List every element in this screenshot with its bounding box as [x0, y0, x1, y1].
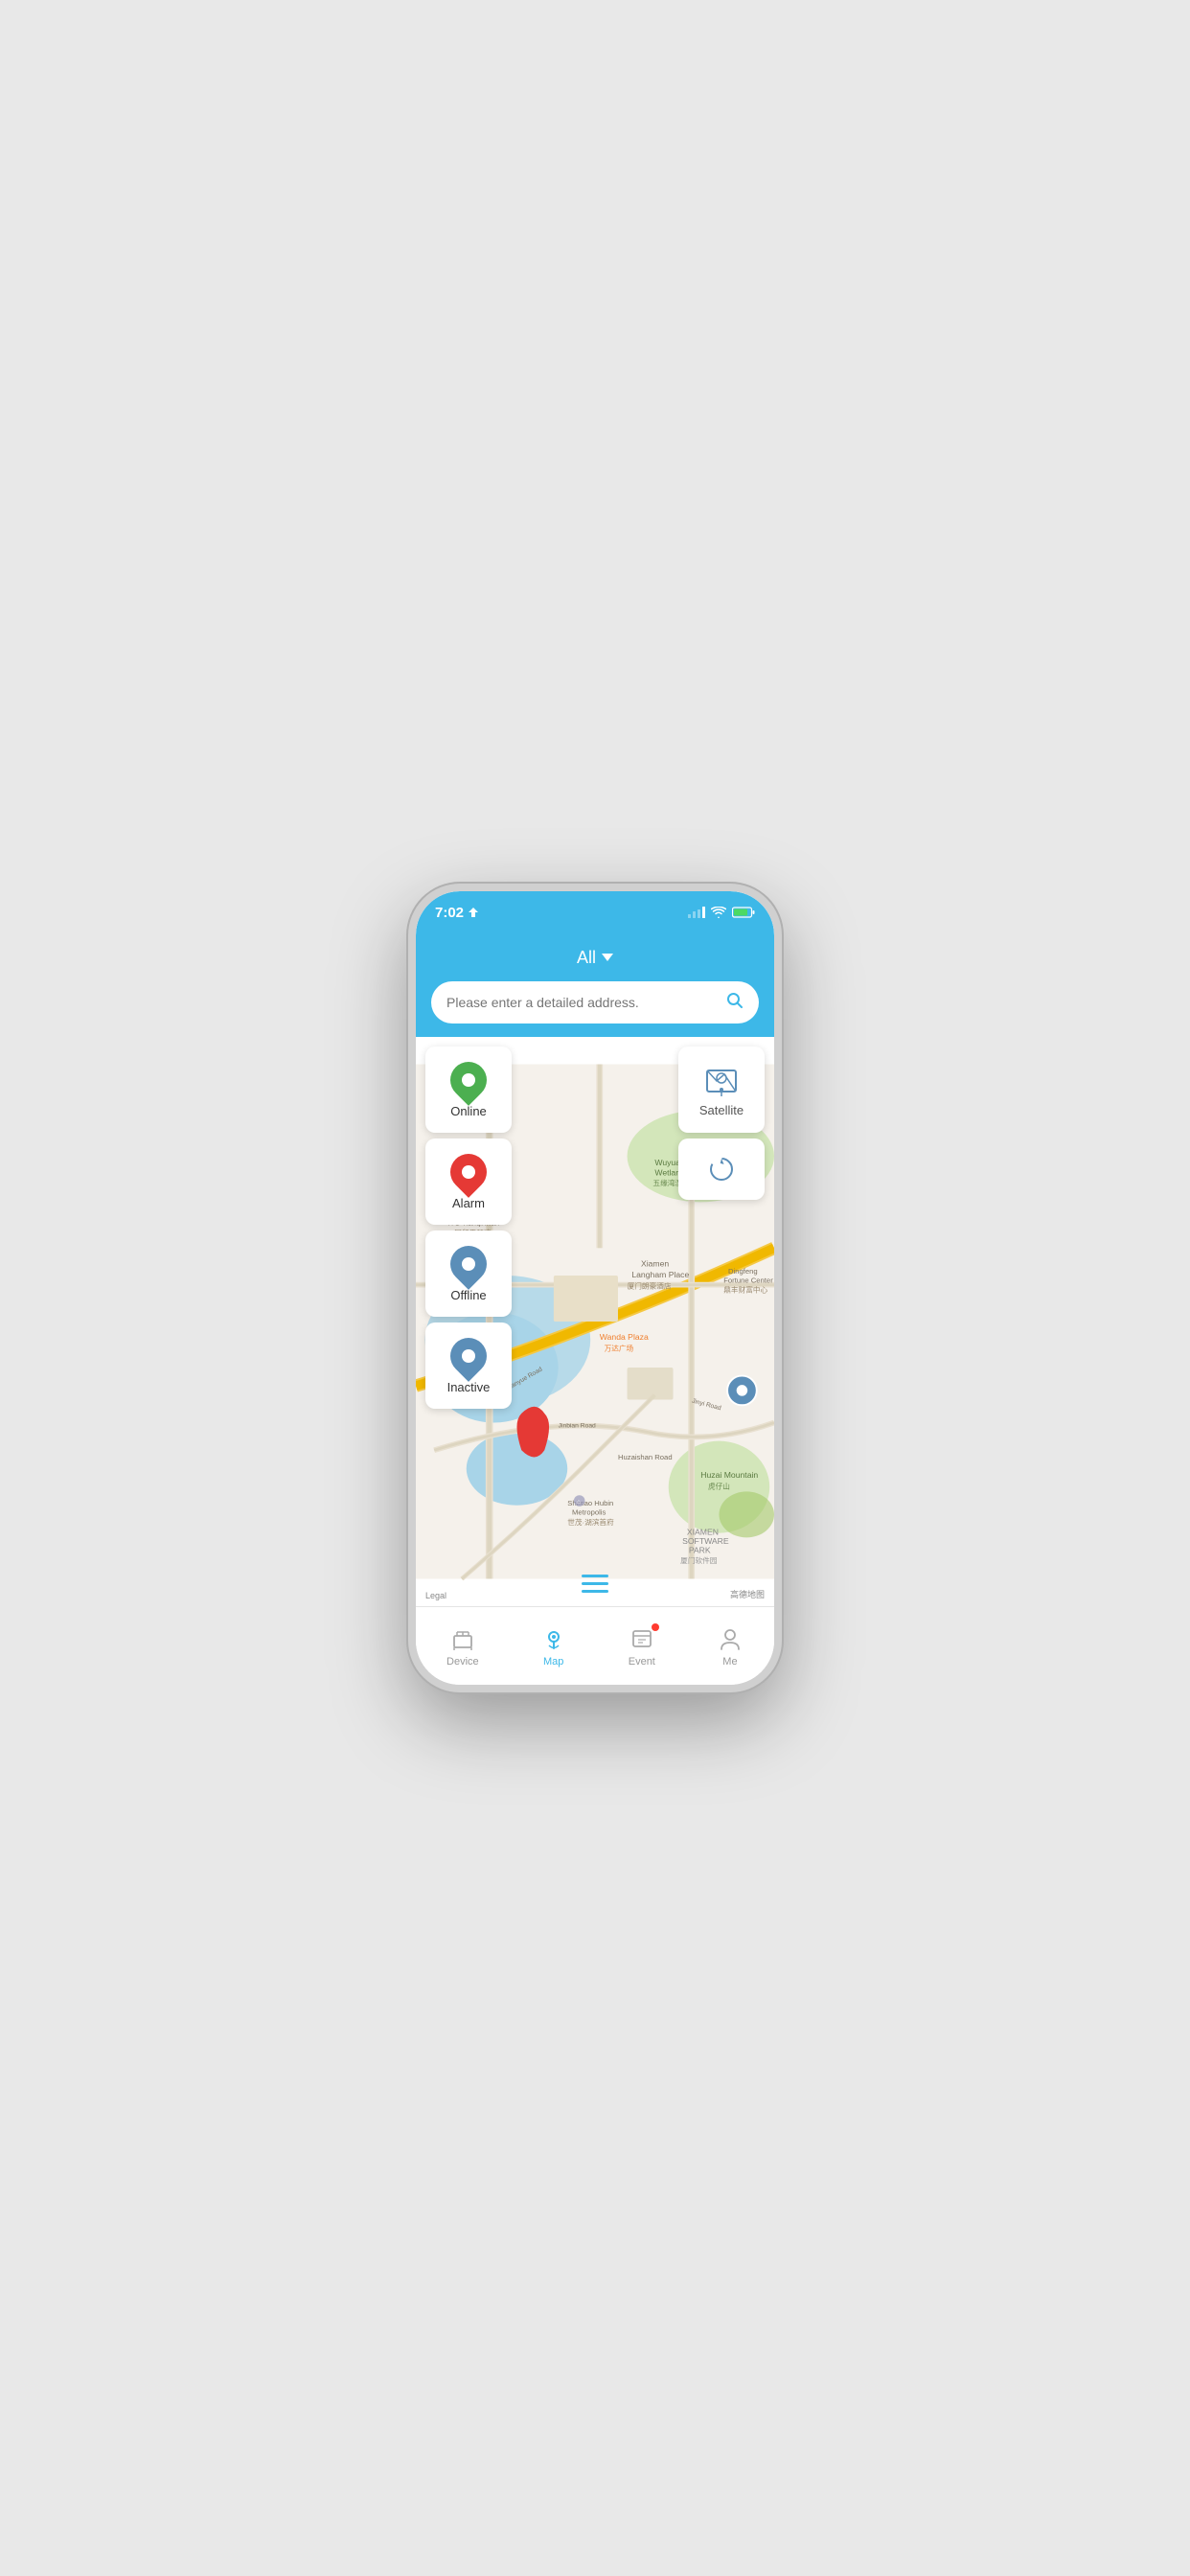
nav-device-label: Device [446, 1656, 479, 1668]
nav-item-device[interactable]: Device [431, 1618, 494, 1675]
map-nav-icon [540, 1625, 567, 1652]
search-bar-container [416, 981, 774, 1037]
hamburger-line-3 [582, 1590, 608, 1593]
map-container[interactable]: Xiamen Langham Place 厦门朗豪酒店 Dingfeng For… [416, 1037, 774, 1606]
refresh-button[interactable] [678, 1138, 765, 1200]
filter-alarm-button[interactable]: Alarm [425, 1138, 512, 1225]
svg-text:Langham Place: Langham Place [631, 1270, 689, 1279]
svg-text:厦门软件园: 厦门软件园 [680, 1555, 718, 1565]
alarm-pin-icon [443, 1146, 494, 1198]
event-icon [629, 1625, 655, 1652]
satellite-label: Satellite [699, 1103, 744, 1117]
hamburger-line-2 [582, 1582, 608, 1585]
status-bar: 7:02 [416, 891, 774, 933]
satellite-button[interactable]: Satellite [678, 1046, 765, 1133]
app-header: All [416, 933, 774, 981]
svg-text:Fortune Center: Fortune Center [723, 1276, 773, 1285]
event-notification-dot [652, 1623, 659, 1631]
svg-text:虎仔山: 虎仔山 [708, 1482, 730, 1491]
satellite-icon [703, 1063, 740, 1099]
me-icon [717, 1625, 744, 1652]
map-right-controls: Satellite [678, 1046, 765, 1200]
inactive-pin-icon [443, 1330, 494, 1382]
status-icons [688, 907, 755, 918]
svg-text:PARK: PARK [689, 1546, 711, 1555]
map-credit-text: 高德地图 [730, 1588, 765, 1600]
bottom-navigation: Device Map [416, 1606, 774, 1685]
search-input[interactable] [446, 995, 719, 1010]
chevron-down-icon [602, 954, 613, 961]
svg-text:Metropolis: Metropolis [572, 1507, 606, 1516]
svg-text:万达广场: 万达广场 [605, 1344, 634, 1353]
search-bar[interactable] [431, 981, 759, 1024]
nav-item-map[interactable]: Map [525, 1618, 583, 1675]
svg-text:Xiamen: Xiamen [641, 1258, 669, 1268]
offline-pin-icon [443, 1238, 494, 1290]
search-icon[interactable] [726, 992, 744, 1014]
map-legal-text: Legal [425, 1591, 446, 1600]
svg-text:Dingfeng: Dingfeng [728, 1267, 758, 1276]
nav-event-label: Event [629, 1656, 655, 1668]
filter-inactive-button[interactable]: Inactive [425, 1322, 512, 1409]
refresh-icon [707, 1155, 736, 1184]
svg-text:Jinbian Road: Jinbian Road [559, 1422, 596, 1429]
filter-online-button[interactable]: Online [425, 1046, 512, 1133]
svg-text:Huzai Mountain: Huzai Mountain [700, 1470, 758, 1480]
svg-text:Huzaishan Road: Huzaishan Road [618, 1453, 673, 1461]
filter-buttons-container: Online Alarm Offline [425, 1046, 512, 1409]
nav-item-me[interactable]: Me [701, 1618, 759, 1675]
nav-item-event[interactable]: Event [613, 1618, 671, 1675]
svg-text:XIAMEN: XIAMEN [687, 1527, 719, 1536]
status-time: 7:02 [435, 905, 479, 921]
filter-offline-button[interactable]: Offline [425, 1230, 512, 1317]
svg-text:厦门朗豪酒店: 厦门朗豪酒店 [628, 1280, 672, 1290]
signal-icon [688, 907, 705, 918]
svg-text:鼎丰财富中心: 鼎丰财富中心 [723, 1284, 767, 1294]
online-pin-icon [443, 1054, 494, 1106]
nav-me-label: Me [722, 1656, 737, 1668]
header-title-container[interactable]: All [577, 948, 613, 968]
map-menu-button[interactable] [582, 1575, 608, 1593]
svg-text:⌂: ⌂ [577, 1499, 581, 1506]
svg-text:世茂·湖滨首府: 世茂·湖滨首府 [567, 1517, 614, 1527]
wifi-icon [711, 907, 726, 918]
header-title-text: All [577, 948, 596, 968]
battery-icon [732, 907, 755, 918]
svg-text:Wanda Plaza: Wanda Plaza [600, 1332, 649, 1342]
hamburger-line-1 [582, 1575, 608, 1577]
nav-map-label: Map [543, 1656, 563, 1668]
device-icon [449, 1625, 476, 1652]
svg-text:SOFTWARE: SOFTWARE [682, 1536, 729, 1546]
